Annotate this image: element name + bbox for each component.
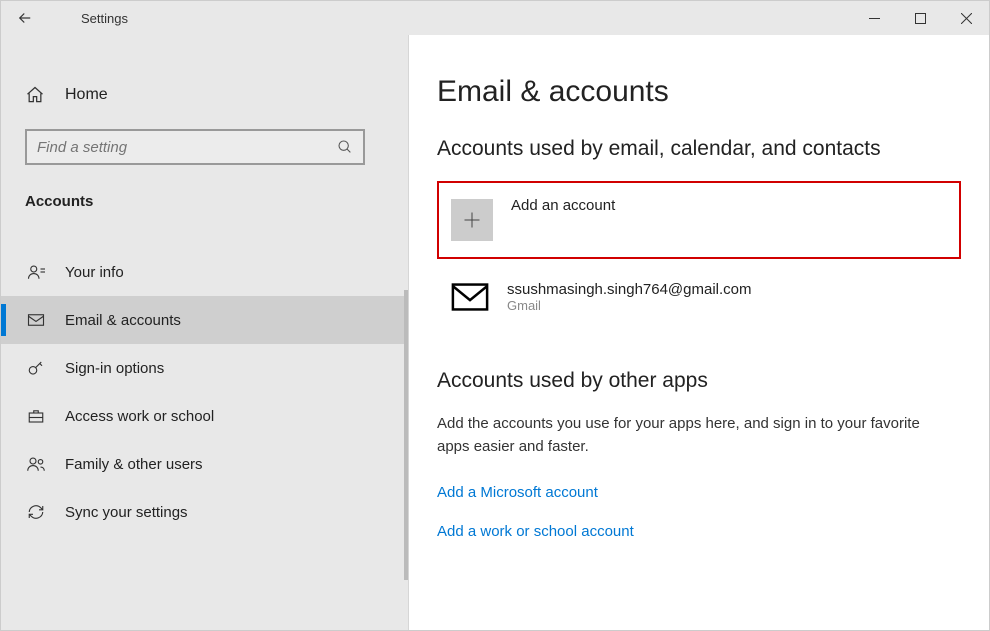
- nav-your-info[interactable]: Your info: [1, 248, 408, 296]
- body: Home Accounts Your info: [1, 35, 989, 630]
- add-work-account-link[interactable]: Add a work or school account: [437, 523, 961, 540]
- person-icon: [25, 263, 47, 281]
- home-icon: [25, 85, 47, 105]
- settings-window: Settings Home: [0, 0, 990, 631]
- search-input[interactable]: [37, 139, 337, 156]
- maximize-button[interactable]: [897, 1, 943, 35]
- close-button[interactable]: [943, 1, 989, 35]
- sidebar-scrollbar[interactable]: [404, 290, 408, 580]
- plus-icon: [451, 199, 493, 241]
- section2: Accounts used by other apps Add the acco…: [437, 369, 961, 540]
- content-pane: Email & accounts Accounts used by email,…: [409, 35, 989, 630]
- people-icon: [25, 455, 47, 473]
- mail-icon: [449, 279, 491, 315]
- add-account-label: Add an account: [511, 197, 615, 214]
- account-text: ssushmasingh.singh764@gmail.com Gmail: [507, 281, 752, 313]
- window-title: Settings: [81, 11, 128, 26]
- nav-access-work[interactable]: Access work or school: [1, 392, 408, 440]
- search-icon: [337, 139, 353, 155]
- section1-title: Accounts used by email, calendar, and co…: [437, 137, 961, 161]
- search-box[interactable]: [25, 129, 365, 165]
- mail-icon: [25, 311, 47, 329]
- nav-sync-settings[interactable]: Sync your settings: [1, 488, 408, 536]
- arrow-left-icon: [16, 9, 34, 27]
- key-icon: [25, 359, 47, 377]
- add-microsoft-account-link[interactable]: Add a Microsoft account: [437, 484, 961, 501]
- window-controls: [851, 1, 989, 35]
- minimize-button[interactable]: [851, 1, 897, 35]
- back-button[interactable]: [1, 1, 49, 35]
- account-entry[interactable]: ssushmasingh.singh764@gmail.com Gmail: [437, 273, 961, 321]
- close-icon: [961, 13, 972, 24]
- nav-label: Access work or school: [65, 408, 214, 425]
- nav-signin-options[interactable]: Sign-in options: [1, 344, 408, 392]
- nav-list: Your info Email & accounts Sign-in optio…: [1, 248, 408, 536]
- account-email: ssushmasingh.singh764@gmail.com: [507, 281, 752, 298]
- nav-email-accounts[interactable]: Email & accounts: [1, 296, 408, 344]
- page-title: Email & accounts: [437, 75, 961, 109]
- nav-label: Your info: [65, 264, 124, 281]
- nav-family-users[interactable]: Family & other users: [1, 440, 408, 488]
- maximize-icon: [915, 13, 926, 24]
- home-label: Home: [65, 86, 108, 104]
- account-provider: Gmail: [507, 298, 752, 313]
- sync-icon: [25, 503, 47, 521]
- sidebar: Home Accounts Your info: [1, 35, 409, 630]
- home-nav[interactable]: Home: [1, 75, 408, 115]
- minimize-icon: [869, 13, 880, 24]
- category-title: Accounts: [1, 183, 408, 228]
- section2-title: Accounts used by other apps: [437, 369, 961, 393]
- add-account-button[interactable]: Add an account: [437, 181, 961, 259]
- briefcase-icon: [25, 407, 47, 425]
- nav-label: Email & accounts: [65, 312, 181, 329]
- section2-description: Add the accounts you use for your apps h…: [437, 413, 937, 458]
- search-container: [1, 115, 408, 183]
- nav-label: Sync your settings: [65, 504, 188, 521]
- nav-label: Sign-in options: [65, 360, 164, 377]
- nav-label: Family & other users: [65, 456, 203, 473]
- titlebar: Settings: [1, 1, 989, 35]
